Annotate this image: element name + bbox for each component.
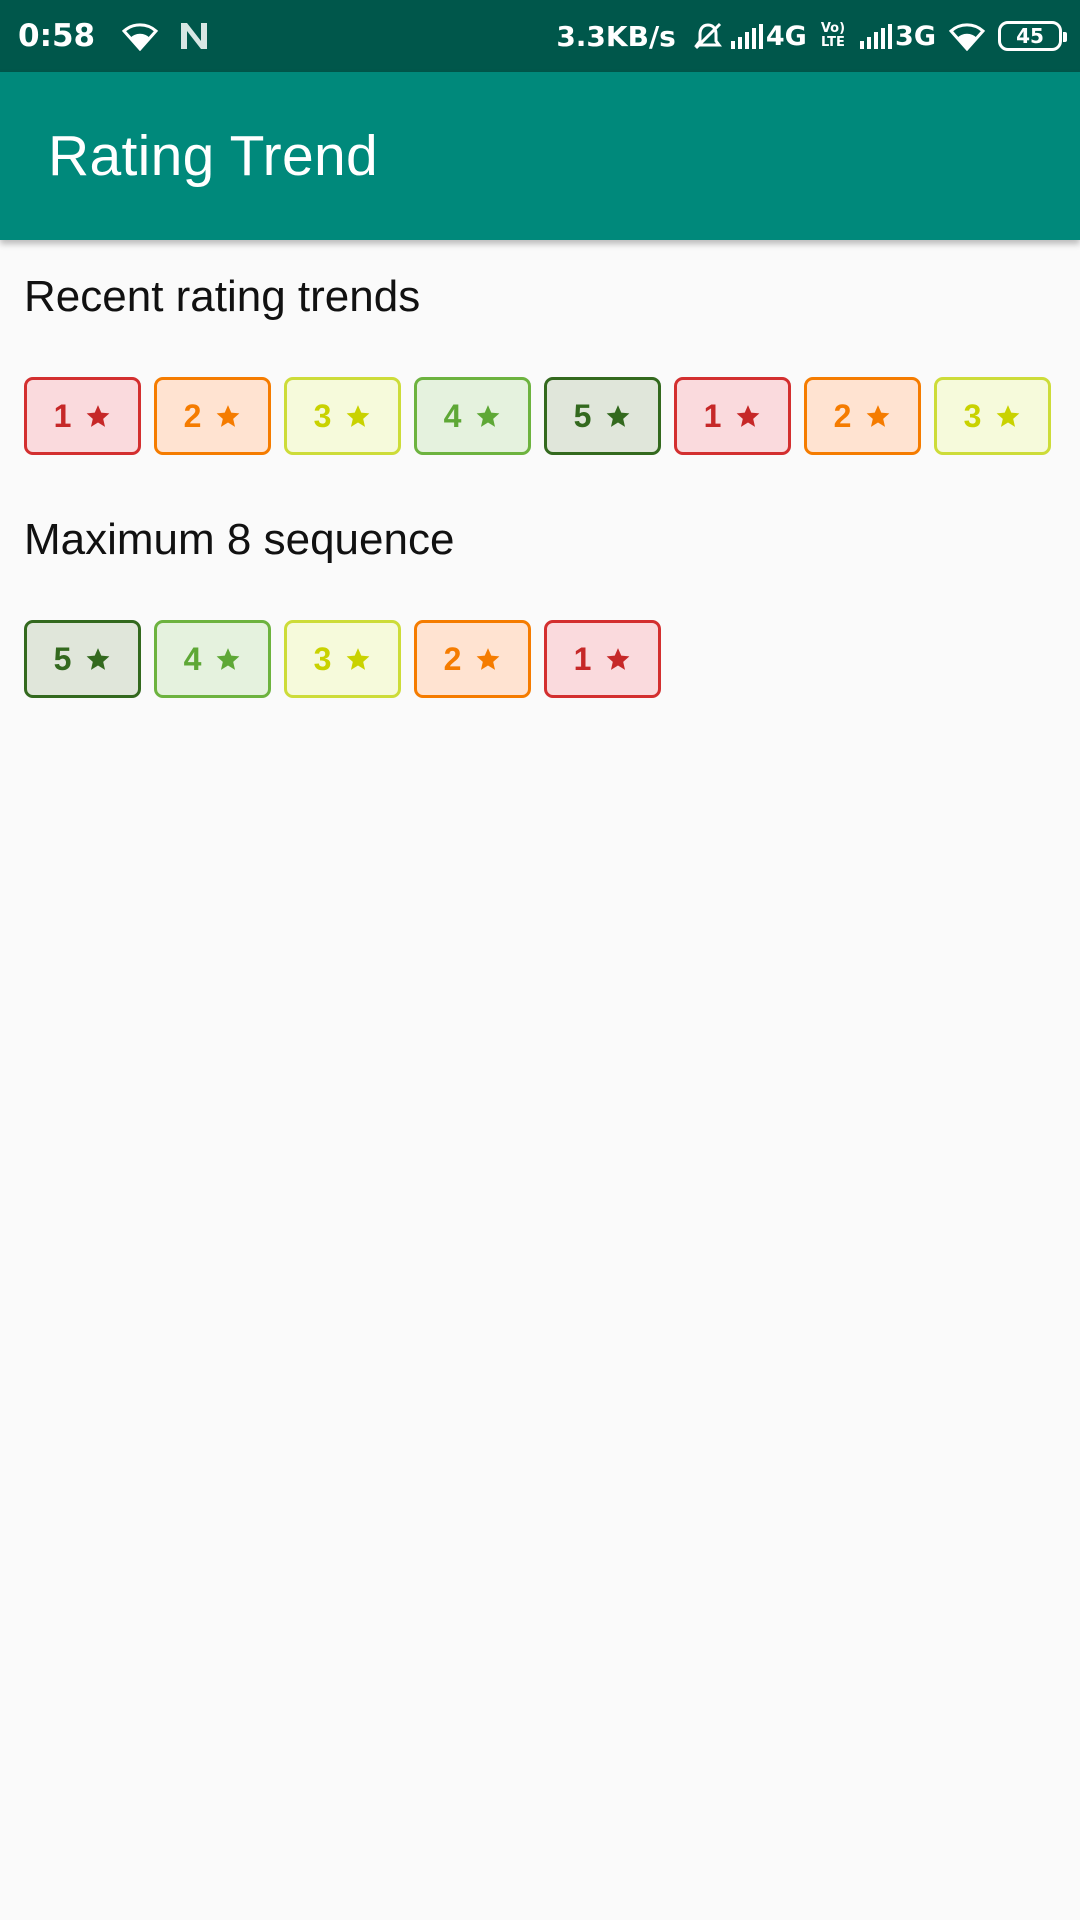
star-icon xyxy=(217,648,240,670)
star-icon xyxy=(477,648,500,670)
star-icon xyxy=(867,405,890,427)
star-icon xyxy=(737,405,760,427)
battery-icon: 45 xyxy=(998,21,1067,51)
section-title-recent: Recent rating trends xyxy=(24,272,421,321)
signal-icon-2 xyxy=(859,23,893,49)
rating-chip[interactable]: 5 xyxy=(24,620,141,698)
rating-chip[interactable]: 1 xyxy=(544,620,661,698)
star-icon xyxy=(477,405,500,427)
status-time: 0:58 xyxy=(18,18,96,54)
star-icon xyxy=(347,405,370,427)
max-sequence-row: 5 4 3 2 1 xyxy=(24,620,661,698)
rating-chip[interactable]: 4 xyxy=(154,620,271,698)
wifi-icon xyxy=(121,21,159,51)
rating-chip[interactable]: 3 xyxy=(284,620,401,698)
rating-chip[interactable]: 2 xyxy=(804,377,921,455)
volte-indicator: Vo) LTE xyxy=(820,21,846,50)
star-icon xyxy=(997,405,1020,427)
star-icon xyxy=(607,405,630,427)
star-icon xyxy=(607,648,630,670)
rating-chip[interactable]: 5 xyxy=(544,377,661,455)
network-speed: 3.3KB/s xyxy=(556,19,676,53)
rating-chip[interactable]: 1 xyxy=(24,377,141,455)
rating-chip[interactable]: 2 xyxy=(154,377,271,455)
rating-chip[interactable]: 1 xyxy=(674,377,791,455)
network-type-4g: 4G xyxy=(765,20,807,52)
star-icon xyxy=(217,405,240,427)
rating-chip[interactable]: 3 xyxy=(934,377,1051,455)
notification-n-icon xyxy=(177,21,211,51)
recent-ratings-row: 1 2 3 4 5 1 2 3 xyxy=(24,377,1051,455)
section-title-max-sequence: Maximum 8 sequence xyxy=(24,515,455,564)
rating-chip[interactable]: 2 xyxy=(414,620,531,698)
app-bar: Rating Trend xyxy=(0,72,1080,240)
network-type-3g: 3G xyxy=(895,20,936,52)
battery-level: 45 xyxy=(1016,24,1044,48)
signal-icon xyxy=(730,23,764,49)
status-bar: 0:58 3.3KB/s 4G Vo) LTE 3G 45 xyxy=(0,0,1080,72)
rating-chip[interactable]: 3 xyxy=(284,377,401,455)
wifi-icon-2 xyxy=(948,21,986,51)
silent-bell-icon xyxy=(692,21,724,51)
app-title: Rating Trend xyxy=(48,124,378,188)
star-icon xyxy=(87,648,110,670)
rating-chip[interactable]: 4 xyxy=(414,377,531,455)
star-icon xyxy=(87,405,110,427)
star-icon xyxy=(347,648,370,670)
